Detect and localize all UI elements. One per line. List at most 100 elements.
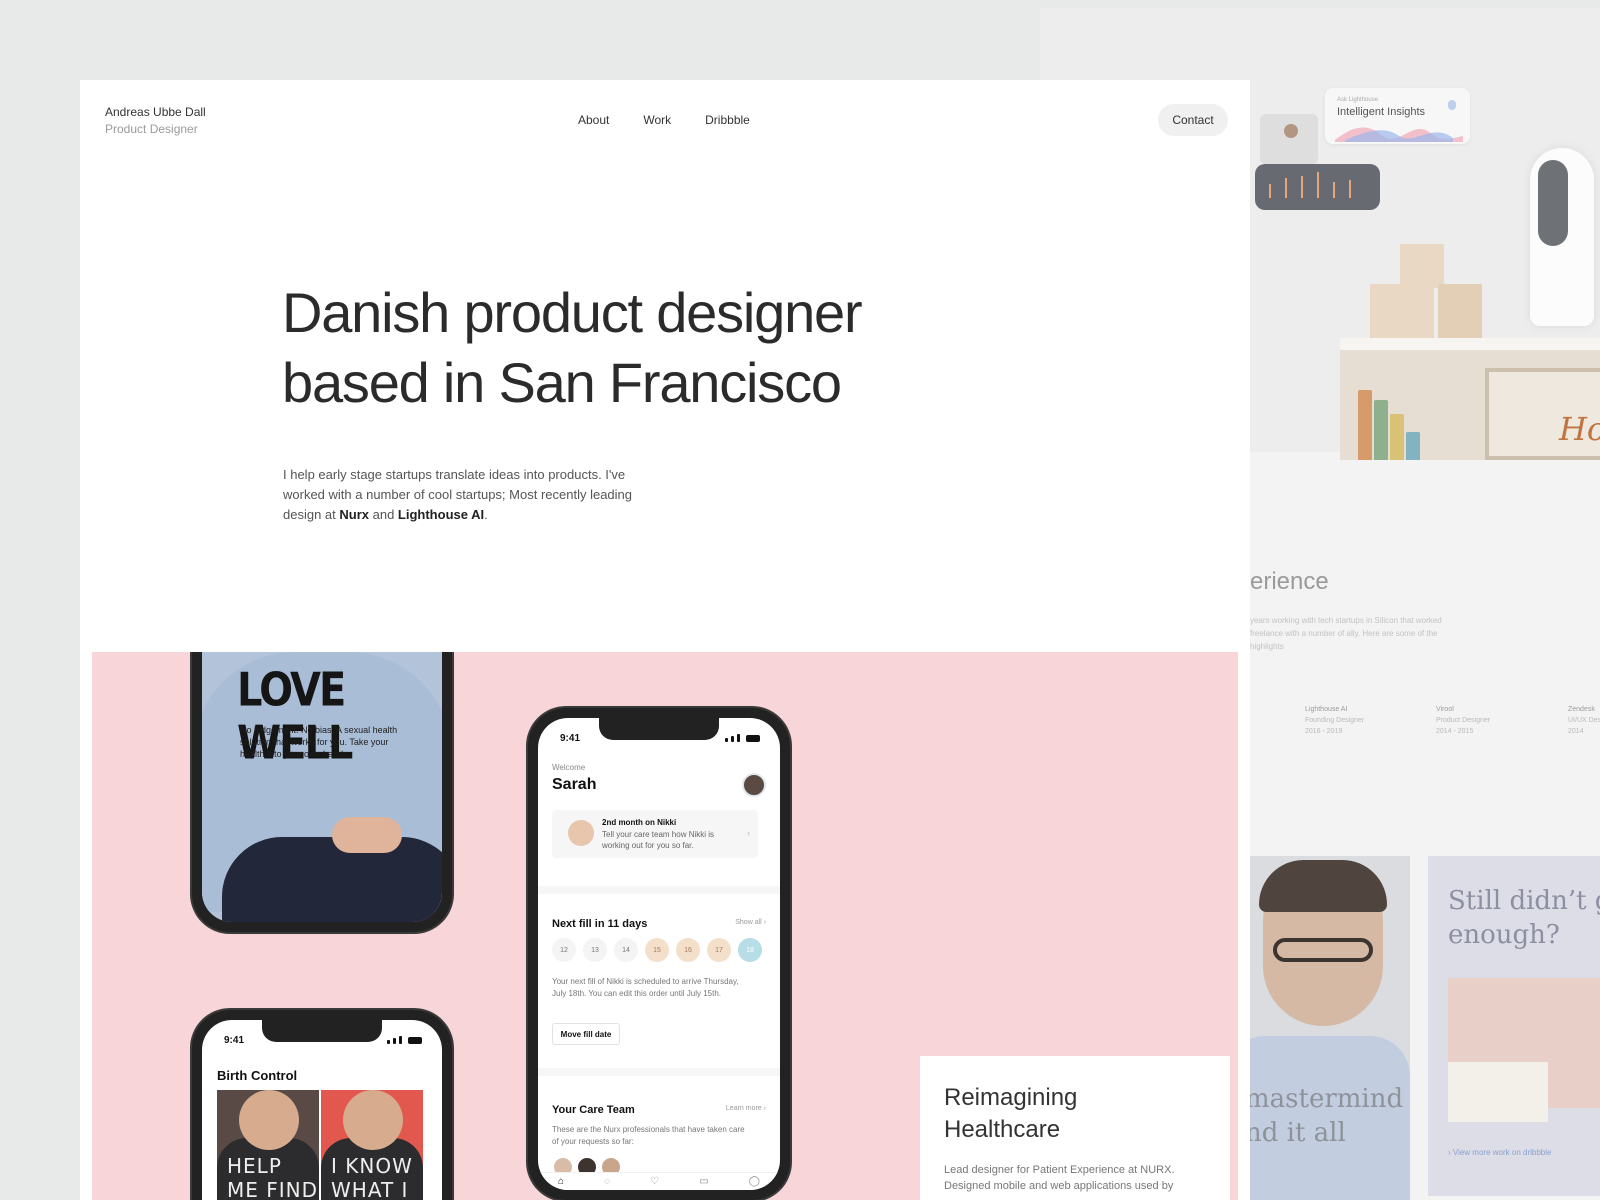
job-role: UI/UX Designer: [1568, 717, 1600, 724]
avatar: [1284, 124, 1298, 138]
day-18[interactable]: 18: [738, 938, 762, 962]
contact-button[interactable]: Contact: [1158, 104, 1228, 136]
divider: [538, 886, 780, 894]
activity-bars-widget: [1255, 164, 1380, 210]
framed-picture: Hor: [1485, 368, 1600, 460]
lighthouse-camera-device: [1530, 148, 1594, 326]
love-well-screen: LOVE WELL No judgement. No bias. A sexua…: [202, 652, 442, 922]
frame-lettering: Hor: [1559, 410, 1600, 448]
welcome-label: Welcome: [552, 763, 586, 772]
signal-icon: [725, 738, 728, 742]
product-image[interactable]: I KNOW WHAT I: [321, 1090, 423, 1200]
fill-calendar: 12 13 14 15 16 17 18: [552, 938, 762, 962]
experience-heading: erience: [1250, 568, 1329, 595]
portfolio-page: Andreas Ubbe Dall Product Designer About…: [80, 80, 1250, 1200]
nurx-link[interactable]: Nurx: [339, 507, 369, 522]
tab-bar: ⌂ ◌ ♡ ▭ ◯: [538, 1172, 780, 1190]
hero-intro-and: and: [369, 507, 398, 522]
hero-title-line-1: Danish product designer: [282, 281, 863, 344]
hero-intro: I help early stage startups translate id…: [283, 465, 653, 525]
wood-block: [1438, 284, 1482, 338]
home-icon[interactable]: ⌂: [558, 1176, 564, 1187]
product-image[interactable]: HELP ME FIND: [217, 1090, 319, 1200]
birth-control-screen: 9:41 Birth Control HELP ME FIND I KNOW W…: [202, 1020, 442, 1200]
learn-more-link[interactable]: Learn more ›: [726, 1105, 766, 1112]
brand[interactable]: Andreas Ubbe Dall Product Designer: [105, 105, 206, 136]
job-years: 2016 - 2019: [1305, 728, 1343, 735]
nav-work[interactable]: Work: [643, 113, 671, 127]
birth-control-title: Birth Control: [217, 1068, 298, 1083]
status-icons: [725, 734, 760, 742]
nav-about[interactable]: About: [578, 113, 609, 127]
main-nav: About Work Dribbble: [578, 113, 750, 127]
battery-icon: [746, 735, 760, 742]
intelligent-insights-card: Ask Lighthouse Intelligent Insights: [1325, 88, 1470, 144]
month-checkin-card[interactable]: 2nd month on Nikki Tell your care team h…: [552, 810, 758, 858]
job-company: Lighthouse AI: [1305, 706, 1348, 713]
hero-intro-period: .: [484, 507, 488, 522]
chat-icon[interactable]: ◌: [604, 1176, 610, 1187]
move-fill-date-button[interactable]: Move fill date: [552, 1023, 620, 1045]
lighthouse-link[interactable]: Lighthouse AI: [398, 507, 484, 522]
day-13[interactable]: 13: [583, 938, 607, 962]
show-all-link[interactable]: Show all ›: [735, 919, 766, 926]
dribbble-link[interactable]: › View more work on dribbble: [1448, 1148, 1551, 1157]
love-well-subtext: No judgement. No bias. A sexual health s…: [240, 725, 398, 759]
job-years: 2014 - 2015: [1436, 728, 1474, 735]
shirt-text: I KNOW WHAT I: [331, 1154, 413, 1200]
mic-icon: [1448, 100, 1456, 110]
phone-notch: [599, 718, 719, 740]
chevron-right-icon: ›: [763, 1105, 766, 1112]
status-time: 9:41: [560, 733, 581, 744]
model-pants: [222, 837, 442, 922]
shelf-top: [1340, 338, 1600, 350]
learn-more-label: Learn more: [725, 1105, 762, 1112]
avatar: [568, 820, 594, 846]
case-study-title: Reimagining Healthcare: [944, 1084, 1078, 1143]
dashboard-screen: 9:41 Welcome Sarah 2nd month on Nikki Te…: [538, 718, 780, 1190]
hero-title: Danish product designer based in San Fra…: [282, 278, 982, 418]
profile-icon[interactable]: ◯: [749, 1176, 760, 1187]
insights-wave-chart: [1335, 127, 1463, 142]
wood-block: [1370, 284, 1434, 338]
dribbble-link-label: View more work on dribbble: [1452, 1148, 1552, 1157]
calendar-icon[interactable]: ▭: [699, 1176, 708, 1187]
phone-mockup-love-well: LOVE WELL No judgement. No bias. A sexua…: [192, 652, 452, 932]
job-item: Lighthouse AI Founding Designer 2016 - 2…: [1305, 704, 1364, 737]
status-time: 9:41: [224, 1035, 245, 1046]
model-hand: [332, 817, 402, 853]
job-role: Founding Designer: [1305, 717, 1365, 724]
experience-text: years working with tech startups in Sili…: [1250, 616, 1442, 651]
job-years: 2014: [1568, 728, 1584, 735]
nurx-case-study[interactable]: LOVE WELL No judgement. No bias. A sexua…: [92, 652, 1238, 1200]
job-company: Virool: [1436, 706, 1454, 713]
heart-icon[interactable]: ♡: [650, 1176, 659, 1187]
hero-title-line-2: based in San Francisco: [282, 351, 842, 414]
chevron-right-icon: ›: [747, 828, 750, 838]
day-14[interactable]: 14: [614, 938, 638, 962]
avatar[interactable]: [742, 773, 766, 797]
insights-title: Intelligent Insights: [1337, 106, 1426, 118]
case-study-card[interactable]: Reimagining Healthcare Lead designer for…: [920, 1056, 1230, 1200]
phone-notch: [262, 1020, 382, 1042]
day-16[interactable]: 16: [676, 938, 700, 962]
phone-mockup-birth-control: 9:41 Birth Control HELP ME FIND I KNOW W…: [192, 1010, 452, 1200]
show-all-label: Show all: [735, 919, 762, 926]
care-team-title: Your Care Team: [552, 1104, 635, 1116]
nav-dribbble[interactable]: Dribbble: [705, 113, 750, 127]
more-work-card: Still didn’t g enough? › View more work …: [1428, 856, 1600, 1196]
still-heading: Still didn’t g enough?: [1448, 886, 1600, 950]
day-15[interactable]: 15: [645, 938, 669, 962]
book: [1390, 414, 1404, 460]
glasses-icon: [1273, 938, 1373, 962]
insights-caption: Ask Lighthouse: [1337, 97, 1379, 103]
book: [1406, 432, 1420, 460]
day-12[interactable]: 12: [552, 938, 576, 962]
job-company: Zendesk: [1568, 706, 1595, 713]
brand-role: Product Designer: [105, 122, 198, 136]
case-study-text: Lead designer for Patient Experience at …: [944, 1164, 1175, 1192]
divider: [538, 1068, 780, 1076]
day-17[interactable]: 17: [707, 938, 731, 962]
camera-feed-thumb: [1260, 114, 1318, 164]
brand-name: Andreas Ubbe Dall: [105, 105, 206, 119]
